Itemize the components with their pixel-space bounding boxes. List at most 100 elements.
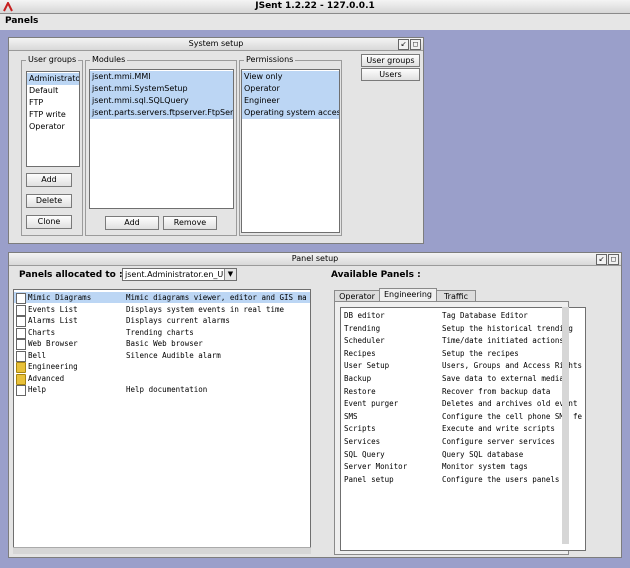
panel-name: Backup xyxy=(344,374,372,383)
table-row[interactable]: Backup Save data to external media xyxy=(341,373,585,384)
table-row[interactable]: Help Help documentation xyxy=(14,384,310,396)
list-item[interactable]: Administrator xyxy=(27,73,79,85)
panel-name: Bell xyxy=(28,350,47,360)
minimize-icon[interactable]: ↙ xyxy=(596,254,607,265)
panel-setup-titlebar[interactable]: Panel setup ↙ ◻ xyxy=(9,253,621,266)
panel-description: Configure the cell phone SMS fe xyxy=(442,411,582,421)
maximize-icon[interactable]: ◻ xyxy=(410,39,421,50)
panel-name: Restore xyxy=(344,386,376,396)
panel-name: Charts xyxy=(28,327,56,337)
panel-name: Scripts xyxy=(344,424,376,434)
panel-description: Setup the historical trending xyxy=(442,323,573,333)
add-group-button[interactable]: Add xyxy=(26,173,72,187)
panel-description: Users, Groups and Access Rights xyxy=(442,361,582,371)
panel-name: Panel setup xyxy=(344,474,394,484)
remove-module-button[interactable]: Remove xyxy=(163,216,217,230)
menu-panels[interactable]: Panels xyxy=(5,16,38,26)
list-item[interactable]: Operator xyxy=(27,121,79,133)
panel-description: Execute and write scripts xyxy=(442,424,555,434)
panel-name: Events List xyxy=(28,304,78,314)
table-row[interactable]: User Setup Users, Groups and Access Right… xyxy=(341,360,585,371)
panel-name: SMS xyxy=(344,411,358,421)
user-groups-label: User groups xyxy=(26,55,79,65)
panel-name: Alarms List xyxy=(28,316,78,325)
panel-description: Help documentation xyxy=(126,385,208,394)
table-row[interactable]: Trending Setup the historical trending xyxy=(341,323,585,334)
panel-description: Trending charts xyxy=(126,327,194,337)
page-icon xyxy=(16,339,26,350)
panel-name: SQL Query xyxy=(344,449,385,459)
table-row[interactable]: Event purger Deletes and archives old eve… xyxy=(341,398,585,409)
side-users-button[interactable]: Users xyxy=(361,68,420,81)
table-row[interactable]: Events List Displays system events in rea… xyxy=(14,304,310,316)
page-icon xyxy=(16,304,26,316)
system-setup-titlebar[interactable]: System setup ↙ ◻ xyxy=(9,38,423,51)
allocated-user-select[interactable]: jsent.Administrator.en_UK ▼ xyxy=(122,268,237,281)
folder-icon xyxy=(16,373,26,385)
list-item[interactable]: FTP xyxy=(27,97,79,109)
list-item[interactable]: jsent.mmi.SystemSetup xyxy=(90,83,233,95)
panel-name: Trending xyxy=(344,323,381,333)
list-item[interactable]: jsent.mmi.sql.SQLQuery xyxy=(90,95,233,107)
list-item[interactable]: Operating system access xyxy=(242,107,339,119)
table-row[interactable]: Web Browser Basic Web browser xyxy=(14,338,310,350)
minimize-icon[interactable]: ↙ xyxy=(398,39,409,50)
table-row[interactable]: DB editor Tag Database Editor xyxy=(341,310,585,321)
list-item[interactable]: jsent.mmi.MMI xyxy=(90,71,233,83)
permissions-list[interactable]: View only Operator Engineer Operating syste… xyxy=(241,69,340,233)
scrollbar-horizontal[interactable] xyxy=(13,547,311,554)
scrollbar-vertical[interactable] xyxy=(562,307,569,544)
system-setup-window: System setup ↙ ◻ User groups Administrat… xyxy=(8,37,424,244)
table-row[interactable]: Engineering xyxy=(14,361,310,373)
available-panels-list[interactable]: DB editor Tag Database Editor Trending Setu… xyxy=(340,307,586,551)
table-row[interactable]: Services Configure server services xyxy=(341,436,585,447)
clone-group-button[interactable]: Clone xyxy=(26,215,72,229)
folder-icon xyxy=(16,362,26,373)
panel-name: Help xyxy=(28,385,47,394)
add-module-button[interactable]: Add xyxy=(105,216,159,230)
maximize-icon[interactable]: ◻ xyxy=(608,254,619,265)
app-title: JSent 1.2.22 - 127.0.0.1 xyxy=(255,1,375,11)
panel-description: Displays system events in real time xyxy=(126,304,285,314)
table-row[interactable]: SQL Query Query SQL database xyxy=(341,449,585,460)
panel-description: Configure server services xyxy=(442,437,555,446)
table-row[interactable]: SMS Configure the cell phone SMS fe xyxy=(341,411,585,422)
table-row[interactable]: Panel setup Configure the users panels xyxy=(341,474,585,485)
list-item[interactable]: Default xyxy=(27,85,79,97)
chevron-down-icon[interactable]: ▼ xyxy=(224,269,236,280)
allocated-select-value: jsent.Administrator.en_UK xyxy=(125,270,229,279)
delete-group-button[interactable]: Delete xyxy=(26,194,72,208)
list-item[interactable]: Operator xyxy=(242,83,339,95)
allocated-panels-list[interactable]: Mimic Diagrams Mimic diagrams viewer, edi… xyxy=(13,289,311,554)
table-row[interactable]: Recipes Setup the recipes xyxy=(341,348,585,359)
table-row[interactable]: Mimic Diagrams Mimic diagrams viewer, edi… xyxy=(14,292,310,304)
panel-name: Engineering xyxy=(28,362,78,371)
list-item[interactable]: jsent.parts.servers.ftpserver.FtpServer xyxy=(90,107,233,119)
permissions-group: Permissions View only Operator Engineer Ope… xyxy=(239,55,342,236)
panel-description: Monitor system tags xyxy=(442,462,528,472)
panel-description: Basic Web browser xyxy=(126,339,203,348)
list-item[interactable]: View only xyxy=(242,71,339,83)
panel-description: Setup the recipes xyxy=(442,348,519,358)
panel-description: Time/date initiated actions xyxy=(442,336,564,346)
panel-name: Event purger xyxy=(344,399,399,409)
table-row[interactable]: Charts Trending charts xyxy=(14,327,310,339)
table-row[interactable]: Scripts Execute and write scripts xyxy=(341,423,585,434)
panel-description: Save data to external media xyxy=(442,374,564,383)
panel-description: Deletes and archives old event xyxy=(442,399,578,409)
modules-list[interactable]: jsent.mmi.MMI jsent.mmi.SystemSetup jsent.… xyxy=(89,69,234,209)
user-groups-list[interactable]: Administrator Default FTP FTP write Operator xyxy=(26,71,80,167)
table-row[interactable]: Bell Silence Audible alarm xyxy=(14,350,310,362)
list-item[interactable]: Engineer xyxy=(242,95,339,107)
list-item[interactable]: FTP write xyxy=(27,109,79,121)
panel-name: Web Browser xyxy=(28,339,78,348)
table-row[interactable]: Restore Recover from backup data xyxy=(341,386,585,397)
panel-description: Query SQL database xyxy=(442,449,524,459)
panel-description: Recover from backup data xyxy=(442,386,551,396)
table-row[interactable]: Scheduler Time/date initiated actions xyxy=(341,335,585,346)
table-row[interactable]: Alarms List Displays current alarms xyxy=(14,315,310,327)
table-row[interactable]: Server Monitor Monitor system tags xyxy=(341,461,585,472)
side-user-groups-button[interactable]: User groups xyxy=(361,54,420,67)
panel-name: Services xyxy=(344,437,381,446)
table-row[interactable]: Advanced xyxy=(14,373,310,385)
